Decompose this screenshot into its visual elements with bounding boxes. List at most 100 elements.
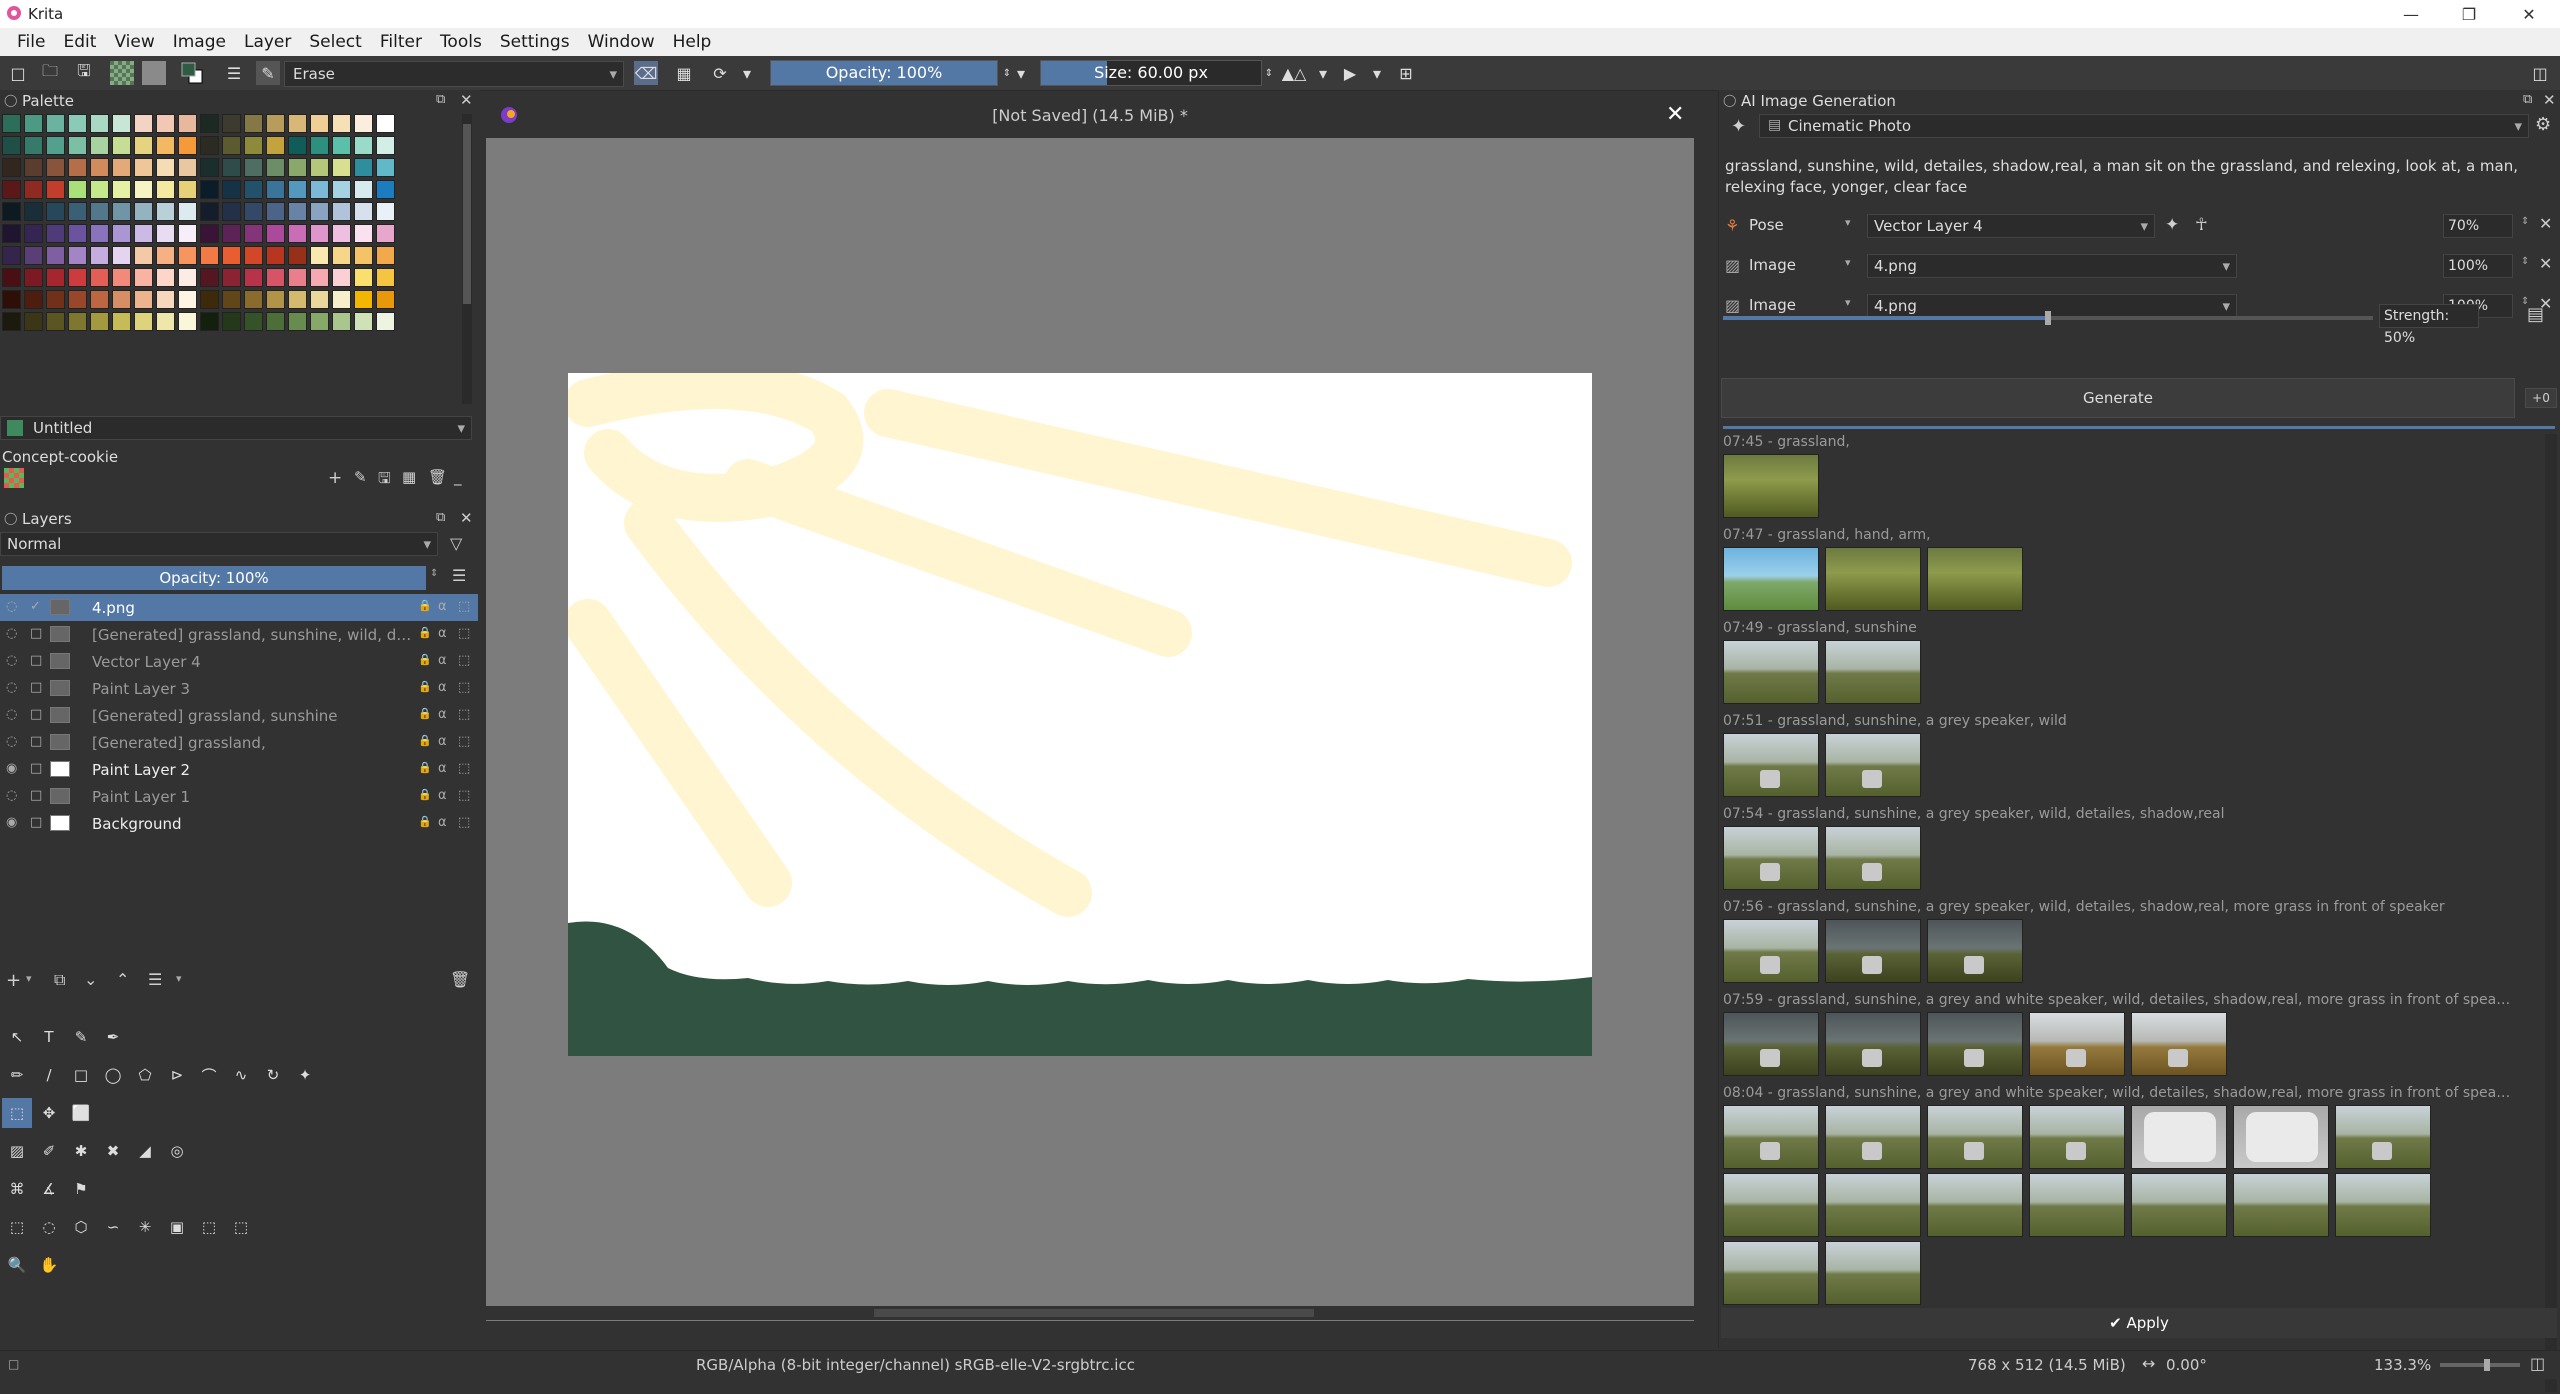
palette-swatch[interactable]: [376, 114, 395, 133]
enclose-fill-icon[interactable]: ◎: [162, 1136, 192, 1166]
palette-swatch[interactable]: [354, 136, 373, 155]
palette-swatch[interactable]: [46, 202, 65, 221]
workspace-chooser-icon[interactable]: ◫: [2528, 61, 2552, 85]
lock-icon[interactable]: 🔒: [418, 599, 432, 612]
history-thumbnail[interactable]: [1927, 1173, 2023, 1237]
palette-swatch[interactable]: [134, 224, 153, 243]
palette-swatch[interactable]: [68, 158, 87, 177]
palette-swatch[interactable]: [112, 312, 131, 331]
chevron-down-icon[interactable]: ▾: [1845, 256, 1851, 269]
history-thumbnail[interactable]: [1825, 826, 1921, 890]
eraser-mode-icon[interactable]: ⌫: [634, 61, 658, 85]
palette-swatch[interactable]: [178, 136, 197, 155]
palette-swatch[interactable]: [46, 158, 65, 177]
palette-swatch[interactable]: [266, 202, 285, 221]
palette-swatch[interactable]: [266, 290, 285, 309]
palette-swatch[interactable]: [112, 158, 131, 177]
layer-options-icon[interactable]: ☰: [452, 566, 466, 585]
menu-file[interactable]: File: [8, 32, 54, 52]
add-layer-icon[interactable]: +: [6, 970, 21, 991]
palette-swatch[interactable]: [200, 114, 219, 133]
add-swatch-icon[interactable]: +: [328, 468, 342, 488]
palette-swatch[interactable]: [2, 312, 21, 331]
palette-swatch[interactable]: [90, 312, 109, 331]
control-source-combo[interactable]: 4.png ▾: [1867, 294, 2237, 318]
menu-layer[interactable]: Layer: [235, 32, 300, 52]
palette-swatch[interactable]: [156, 136, 175, 155]
alpha-lock-icon[interactable]: α: [438, 653, 447, 668]
menu-view[interactable]: View: [105, 32, 163, 52]
palette-swatch[interactable]: [90, 246, 109, 265]
palette-swatch[interactable]: [90, 158, 109, 177]
size-spin-icon[interactable]: ⇕: [1262, 61, 1276, 85]
new-document-icon[interactable]: □: [6, 61, 30, 85]
similar-select-icon[interactable]: ▣: [162, 1212, 192, 1242]
reload-preset-icon[interactable]: ⟳: [708, 61, 732, 85]
palette-swatch[interactable]: [68, 290, 87, 309]
palette-swatch[interactable]: [24, 202, 43, 221]
palette-swatch[interactable]: [354, 224, 373, 243]
inherit-alpha-icon[interactable]: ⬚: [458, 707, 470, 722]
dock-lock-icon[interactable]: ◯: [4, 511, 17, 525]
lock-icon[interactable]: 🔒: [418, 734, 432, 747]
alpha-lock-icon[interactable]: α: [438, 815, 447, 830]
strength-slider[interactable]: [1723, 311, 2373, 325]
palette-swatch[interactable]: [310, 224, 329, 243]
palette-swatch[interactable]: [266, 180, 285, 199]
layer-checkbox[interactable]: □: [30, 653, 42, 668]
rotation-icon[interactable]: ↔: [2142, 1354, 2155, 1373]
delete-swatch-icon[interactable]: 🗑: [428, 468, 447, 486]
palette-swatch[interactable]: [244, 290, 263, 309]
blend-mode-combo[interactable]: Normal ▾: [0, 532, 438, 556]
palette-swatch[interactable]: [288, 136, 307, 155]
palette-swatch[interactable]: [156, 202, 175, 221]
history-thumbnail[interactable]: [1825, 640, 1921, 704]
remove-control-icon[interactable]: ✕: [2539, 214, 2552, 233]
zoom-tool-icon[interactable]: 🔍: [2, 1250, 32, 1280]
inherit-alpha-icon[interactable]: ⬚: [458, 626, 470, 641]
eye-closed-icon[interactable]: ◌: [6, 680, 17, 695]
layer-row[interactable]: ◌ □ [Generated] grassland, 🔒 α ⬚: [0, 729, 478, 756]
palette-swatch[interactable]: [156, 312, 175, 331]
palette-swatch[interactable]: [68, 268, 87, 287]
history-thumbnail[interactable]: [1723, 1105, 1819, 1169]
inherit-alpha-icon[interactable]: ⬚: [458, 815, 470, 830]
layer-properties-icon[interactable]: ☰: [148, 970, 162, 989]
palette-swatch[interactable]: [68, 246, 87, 265]
history-thumbnail[interactable]: [2131, 1105, 2227, 1169]
palette-swatch[interactable]: [178, 224, 197, 243]
settings-gear-icon[interactable]: ⚙: [2535, 114, 2551, 135]
polyline-tool-icon[interactable]: ⊳: [162, 1060, 192, 1090]
open-document-icon[interactable]: 🗀: [38, 61, 62, 85]
chevron-down-icon[interactable]: ▾: [26, 972, 32, 985]
palette-swatch[interactable]: [200, 246, 219, 265]
control-type[interactable]: Image: [1749, 296, 1796, 314]
eye-open-icon[interactable]: ◉: [6, 761, 17, 776]
dock-close-icon[interactable]: ✕: [460, 509, 473, 527]
palette-swatch[interactable]: [156, 268, 175, 287]
dock-close-icon[interactable]: ✕: [2543, 91, 2556, 109]
palette-swatch[interactable]: [46, 224, 65, 243]
dynamic-brush-icon[interactable]: ↻: [258, 1060, 288, 1090]
lock-icon[interactable]: 🔒: [418, 653, 432, 666]
palette-swatch[interactable]: [266, 312, 285, 331]
palette-swatch[interactable]: [68, 224, 87, 243]
palette-swatch[interactable]: [134, 290, 153, 309]
gradient-tool-icon[interactable]: ▨: [2, 1136, 32, 1166]
palette-swatch[interactable]: [310, 268, 329, 287]
eye-closed-icon[interactable]: ◌: [6, 653, 17, 668]
magnetic-select-icon[interactable]: ⬚: [226, 1212, 256, 1242]
palette-swatch[interactable]: [244, 224, 263, 243]
inherit-alpha-icon[interactable]: ⬚: [458, 599, 470, 614]
control-strength[interactable]: 100%: [2443, 254, 2513, 278]
multibrush-icon[interactable]: ✦: [290, 1060, 320, 1090]
alpha-lock-icon[interactable]: α: [438, 761, 447, 776]
history-thumbnail[interactable]: [1825, 733, 1921, 797]
palette-swatch[interactable]: [376, 202, 395, 221]
palette-swatch[interactable]: [310, 158, 329, 177]
strength-spin-icon[interactable]: ⇕: [2521, 216, 2529, 227]
palette-swatch[interactable]: [112, 136, 131, 155]
palette-swatch[interactable]: [288, 312, 307, 331]
palette-swatch[interactable]: [288, 180, 307, 199]
palette-swatch[interactable]: [178, 202, 197, 221]
